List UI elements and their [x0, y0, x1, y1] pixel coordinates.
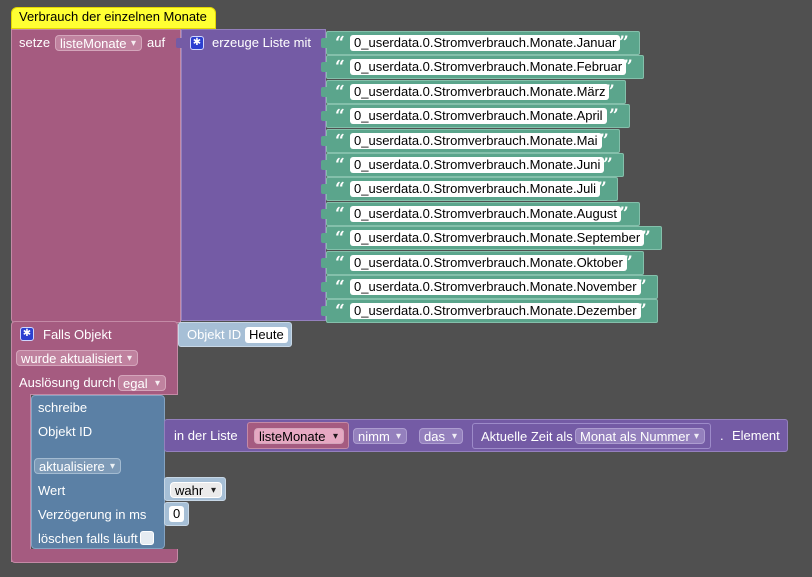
- block-comment: Verbrauch der einzelnen Monate: [11, 7, 216, 29]
- item-connector: [321, 184, 327, 195]
- item-connector: [321, 160, 327, 170]
- item-connector: [321, 208, 327, 219]
- element-label: Element: [732, 428, 780, 443]
- text-item-value[interactable]: 0_userdata.0.Stromverbrauch.Monate.Dezem…: [350, 303, 641, 320]
- text-item-value[interactable]: 0_userdata.0.Stromverbrauch.Monate.Juni: [350, 157, 605, 173]
- text-item-value[interactable]: 0_userdata.0.Stromverbrauch.Monate.März: [350, 83, 610, 100]
- delay-label: Verzögerung in ms: [38, 507, 147, 522]
- variable-dropdown[interactable]: listeMonate: [55, 35, 142, 52]
- quote-close-icon: ”: [597, 179, 607, 200]
- quote-open-icon: “: [335, 33, 345, 53]
- time-label: Aktuelle Zeit als: [481, 429, 573, 444]
- trigger-by-label: Auslösung durch: [19, 375, 116, 390]
- item-connector: [321, 135, 327, 146]
- value-dropdown[interactable]: wahr: [170, 482, 222, 499]
- text-item-value[interactable]: 0_userdata.0.Stromverbrauch.Monate.April: [350, 108, 607, 125]
- list-variable-dropdown[interactable]: listeMonate: [254, 428, 344, 445]
- event-dropdown[interactable]: wurde aktualisiert: [16, 350, 138, 367]
- value-label: Wert: [38, 483, 66, 498]
- text-item-block[interactable]: “ 0_userdata.0.Stromverbrauch.Monate.Janu…: [326, 31, 640, 55]
- gear-icon[interactable]: ✱: [20, 327, 34, 341]
- quote-close-icon: ”: [605, 81, 615, 102]
- quote-open-icon: “: [335, 106, 345, 127]
- item-connector: [321, 233, 327, 244]
- text-item-block[interactable]: “ 0_userdata.0.Stromverbrauch.Monate.Juli…: [326, 177, 618, 202]
- quote-close-icon: ”: [609, 106, 619, 127]
- text-item-value[interactable]: 0_userdata.0.Stromverbrauch.Monate.Febru…: [350, 59, 627, 76]
- quote-close-icon: ”: [619, 33, 629, 53]
- item-connector: [321, 62, 327, 73]
- text-item-value[interactable]: 0_userdata.0.Stromverbrauch.Monate.Augus…: [350, 205, 622, 222]
- quote-open-icon: “: [335, 228, 345, 249]
- object-id-label: Objekt ID: [187, 327, 242, 342]
- write-mode-dropdown[interactable]: aktualisiere: [34, 458, 121, 475]
- text-item-block[interactable]: “ 0_userdata.0.Stromverbrauch.Monate.Okto…: [326, 250, 644, 275]
- dot-label: .: [720, 428, 724, 443]
- quote-close-icon: ”: [637, 301, 647, 322]
- text-item-block[interactable]: “ 0_userdata.0.Stromverbrauch.Monate.Juni…: [326, 153, 624, 177]
- text-item-value[interactable]: 0_userdata.0.Stromverbrauch.Monate.Juli: [350, 181, 601, 198]
- item-connector: [321, 86, 327, 97]
- text-item-value[interactable]: 0_userdata.0.Stromverbrauch.Monate.Oktob…: [350, 254, 627, 271]
- text-item-value[interactable]: 0_userdata.0.Stromverbrauch.Monate.Mai: [350, 132, 602, 149]
- quote-close-icon: ”: [623, 252, 633, 273]
- item-connector: [321, 257, 327, 268]
- quote-open-icon: “: [335, 301, 345, 322]
- text-item-block[interactable]: “ 0_userdata.0.Stromverbrauch.Monate.Apri…: [326, 104, 630, 129]
- text-item-block[interactable]: “ 0_userdata.0.Stromverbrauch.Monate.Mai”: [326, 128, 620, 153]
- delay-value[interactable]: 0: [169, 506, 185, 522]
- create-list-block[interactable]: [181, 29, 326, 321]
- quote-close-icon: ”: [641, 228, 651, 249]
- text-item-block[interactable]: “ 0_userdata.0.Stromverbrauch.Monate.Augu…: [326, 201, 640, 226]
- quote-open-icon: “: [335, 252, 345, 273]
- text-item-block[interactable]: “ 0_userdata.0.Stromverbrauch.Monate.Deze…: [326, 299, 658, 324]
- quote-open-icon: “: [335, 203, 345, 224]
- to-label: auf: [147, 35, 166, 50]
- quote-close-icon: ”: [637, 277, 647, 297]
- text-item-value[interactable]: 0_userdata.0.Stromverbrauch.Monate.Novem…: [350, 279, 641, 295]
- item-connector: [321, 38, 327, 48]
- write-label: schreibe: [38, 400, 88, 415]
- quote-close-icon: ”: [623, 57, 633, 78]
- create-list-label: erzeuge Liste mit: [212, 35, 311, 50]
- quote-close-icon: ”: [619, 203, 629, 224]
- gear-icon[interactable]: ✱: [190, 36, 204, 50]
- set-variable-block[interactable]: [11, 29, 181, 323]
- quote-open-icon: “: [335, 130, 345, 151]
- time-format-dropdown[interactable]: Monat als Nummer: [575, 428, 705, 445]
- text-item-value[interactable]: 0_userdata.0.Stromverbrauch.Monate.Septe…: [350, 230, 645, 247]
- quote-open-icon: “: [335, 277, 345, 297]
- trigger-rail: [11, 394, 31, 562]
- item-connector: [321, 282, 327, 292]
- text-item-block[interactable]: “ 0_userdata.0.Stromverbrauch.Monate.Sept…: [326, 226, 662, 251]
- set-label: setze: [19, 35, 51, 50]
- item-connector: [321, 306, 327, 317]
- text-item-block[interactable]: “ 0_userdata.0.Stromverbrauch.Monate.März…: [326, 79, 626, 104]
- input-connector: [176, 38, 182, 48]
- text-item-value[interactable]: 0_userdata.0.Stromverbrauch.Monate.Janua…: [350, 35, 621, 51]
- quote-open-icon: “: [335, 155, 345, 175]
- quote-open-icon: “: [335, 81, 345, 102]
- quote-open-icon: “: [335, 57, 345, 78]
- trigger-label: Falls Objekt: [43, 327, 112, 342]
- quote-close-icon: ”: [603, 155, 613, 175]
- op-dropdown[interactable]: nimm: [353, 428, 407, 445]
- item-connector: [321, 111, 327, 122]
- object-id-value[interactable]: Heute: [245, 327, 288, 343]
- clear-if-running-label: löschen falls läuft: [38, 531, 138, 546]
- trigger-bottom: [11, 549, 178, 563]
- quote-close-icon: ”: [599, 130, 609, 151]
- quote-open-icon: “: [335, 179, 345, 200]
- clear-if-running-checkbox[interactable]: [140, 531, 154, 545]
- text-item-block[interactable]: “ 0_userdata.0.Stromverbrauch.Monate.Febr…: [326, 55, 644, 80]
- trigger-by-dropdown[interactable]: egal: [118, 375, 166, 392]
- in-list-label: in der Liste: [174, 428, 238, 443]
- which-dropdown[interactable]: das: [419, 428, 463, 445]
- text-item-block[interactable]: “ 0_userdata.0.Stromverbrauch.Monate.Nove…: [326, 275, 658, 299]
- write-object-id-label: Objekt ID: [38, 424, 93, 439]
